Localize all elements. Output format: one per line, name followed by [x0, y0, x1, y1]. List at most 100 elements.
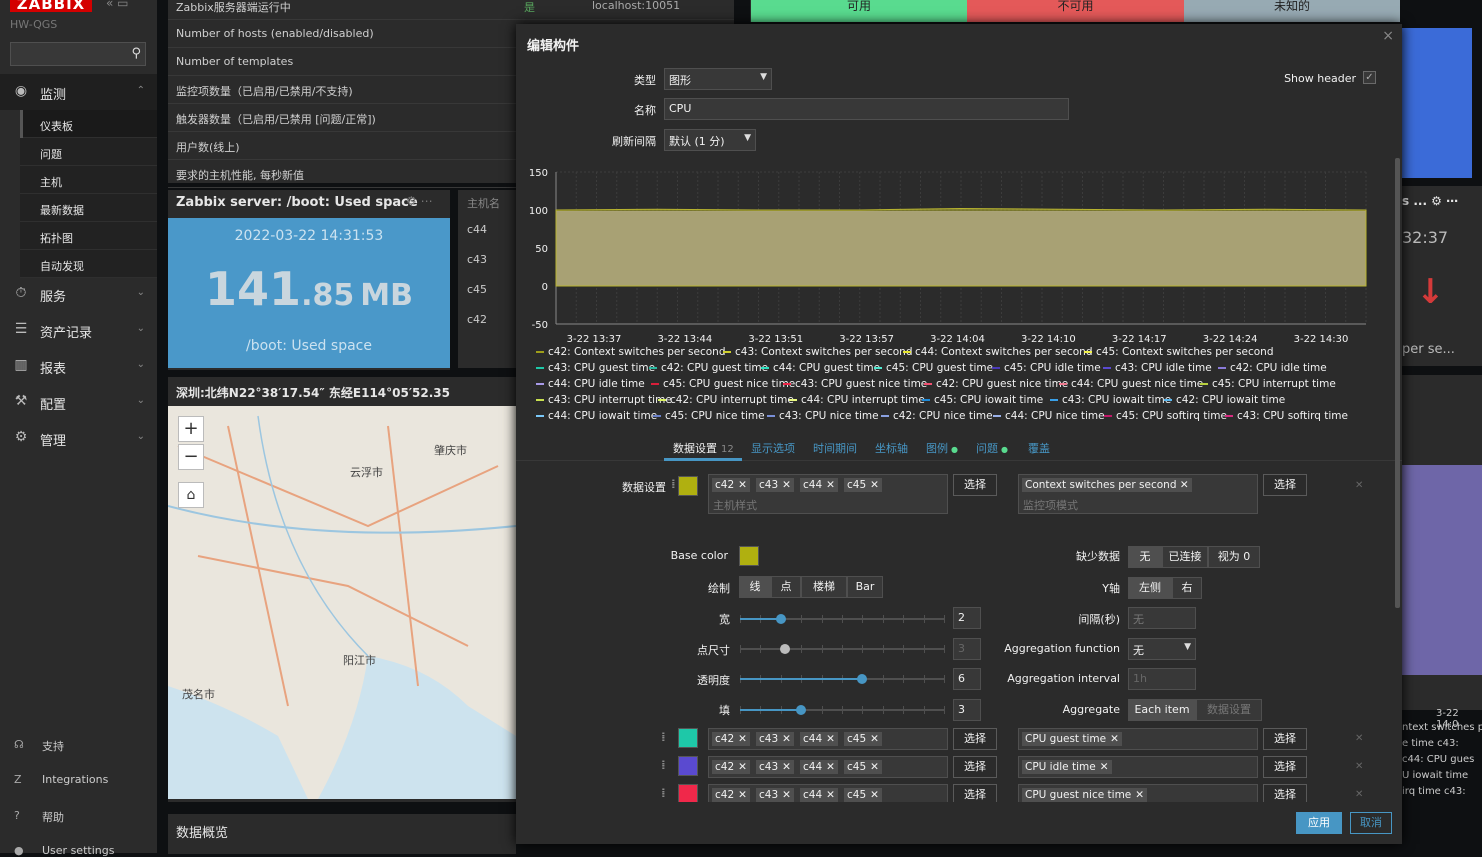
drag-handle-icon[interactable]: ⁞⁞	[661, 730, 665, 744]
fill-slider[interactable]	[740, 705, 945, 715]
submenu-item[interactable]: 问题	[20, 138, 157, 166]
menu-item[interactable]: ⚙ 管理 ⌄	[0, 420, 157, 456]
slider-knob[interactable]	[796, 705, 807, 715]
point-size-input[interactable]: 3	[953, 638, 981, 660]
type-select[interactable]: 图形 ▼	[664, 68, 772, 90]
host-row[interactable]: c43	[467, 253, 487, 266]
host-tag[interactable]: c43 ✕	[756, 788, 794, 802]
dialog-scrollbar[interactable]	[1395, 158, 1400, 608]
select-items-button[interactable]: 选择	[1263, 474, 1307, 496]
item-tag[interactable]: CPU guest nice time ✕	[1022, 788, 1148, 802]
remove-icon[interactable]: ✕	[782, 479, 791, 491]
tab-4[interactable]: 图例 ●	[926, 440, 958, 456]
tab-6[interactable]: 覆盖	[1028, 440, 1050, 456]
remove-icon[interactable]: ✕	[826, 479, 835, 491]
remove-icon[interactable]: ✕	[826, 789, 835, 801]
show-header-checkbox[interactable]: ✓	[1363, 71, 1376, 84]
submenu-item[interactable]: 最新数据	[20, 194, 157, 222]
cancel-button[interactable]: 取消	[1350, 812, 1392, 834]
item-pattern-multiselect[interactable]: CPU guest time ✕	[1018, 728, 1258, 750]
fill-input[interactable]: 3	[953, 699, 981, 721]
select-items-button[interactable]: 选择	[1263, 784, 1307, 802]
transparency-slider[interactable]	[740, 674, 945, 684]
submenu-item[interactable]: 自动发现	[20, 250, 157, 278]
zabbix-logo[interactable]: ZABBIX	[10, 0, 92, 12]
remove-icon[interactable]: ✕	[870, 761, 879, 773]
item-tag[interactable]: Context switches per second ✕	[1022, 478, 1192, 492]
base-color-picker[interactable]	[739, 546, 759, 566]
menu-item[interactable]: ☰ 资产记录 ⌄	[0, 312, 157, 348]
select-items-button[interactable]: 选择	[1263, 756, 1307, 778]
tab-1[interactable]: 显示选项	[751, 440, 795, 456]
submenu-item[interactable]: 主机	[20, 166, 157, 194]
host-tag[interactable]: c42 ✕	[712, 788, 750, 802]
home-icon[interactable]: ⌂	[178, 482, 204, 508]
host-tag[interactable]: c42 ✕	[712, 760, 750, 774]
item-pattern-multiselect[interactable]: CPU guest nice time ✕	[1018, 784, 1258, 802]
drag-handle-icon[interactable]: ⁞⁞	[661, 758, 665, 772]
map-view[interactable]: 云浮市 肇庆市 阳江市 茂名市 + − ⌂	[168, 406, 516, 799]
host-tag[interactable]: c45 ✕	[844, 478, 882, 492]
widget-gear-icon[interactable]: ⚙ ⋯	[406, 194, 433, 208]
remove-icon[interactable]: ✕	[782, 733, 791, 745]
remove-dataset-icon[interactable]: ✕	[1355, 789, 1363, 800]
remove-icon[interactable]: ✕	[738, 479, 747, 491]
search-icon[interactable]: ⚲	[131, 46, 141, 61]
missing_opts-option[interactable]: 已连接	[1162, 546, 1208, 568]
host-row[interactable]: c45	[467, 283, 487, 296]
zoom-in-button[interactable]: +	[178, 416, 204, 442]
host-tag[interactable]: c45 ✕	[844, 760, 882, 774]
aggregation-interval-input[interactable]: 1h	[1128, 668, 1196, 690]
remove-icon[interactable]: ✕	[1180, 479, 1189, 491]
host-tag[interactable]: c43 ✕	[756, 732, 794, 746]
host-tag[interactable]: c45 ✕	[844, 788, 882, 802]
remove-icon[interactable]: ✕	[782, 789, 791, 801]
host-tag[interactable]: c44 ✕	[800, 788, 838, 802]
menu-item[interactable]: ⏱ 服务 ⌄	[0, 276, 157, 312]
draw_opts-option[interactable]: 点	[771, 576, 801, 598]
missing_opts-option[interactable]: 无	[1128, 546, 1162, 568]
host-pattern-multiselect[interactable]: c42 ✕ c43 ✕ c44 ✕ c45 ✕ 主机样式	[708, 474, 948, 514]
remove-icon[interactable]: ✕	[826, 733, 835, 745]
item-pattern-multiselect[interactable]: CPU idle time ✕	[1018, 756, 1258, 778]
slider-knob[interactable]	[857, 674, 868, 684]
host-pattern-multiselect[interactable]: c42 ✕ c43 ✕ c44 ✕ c45 ✕	[708, 784, 948, 802]
remove-icon[interactable]: ✕	[1100, 761, 1109, 773]
search-input[interactable]: ⚲	[10, 42, 146, 66]
item-tag[interactable]: CPU guest time ✕	[1022, 732, 1122, 746]
menu-item[interactable]: ▥ 报表 ⌄	[0, 348, 157, 384]
remove-icon[interactable]: ✕	[738, 733, 747, 745]
tab-2[interactable]: 时间期间	[813, 440, 857, 456]
host-tag[interactable]: c44 ✕	[800, 478, 838, 492]
host-pattern-multiselect[interactable]: c42 ✕ c43 ✕ c44 ✕ c45 ✕	[708, 728, 948, 750]
tab-0[interactable]: 数据设置 12	[673, 440, 734, 456]
dataset-color-picker[interactable]	[678, 728, 698, 748]
aggregate-dataset[interactable]: 数据设置	[1196, 699, 1262, 721]
host-tag[interactable]: c42 ✕	[712, 478, 750, 492]
remove-dataset-icon[interactable]: ✕	[1355, 761, 1363, 772]
submenu-item[interactable]: 拓扑图	[20, 222, 157, 250]
host-tag[interactable]: c42 ✕	[712, 732, 750, 746]
remove-icon[interactable]: ✕	[738, 761, 747, 773]
aggregation-function-select[interactable]: 无 ▼	[1128, 638, 1196, 660]
aggregate-each-item[interactable]: Each item	[1128, 699, 1196, 721]
remove-dataset-icon[interactable]: ✕	[1355, 733, 1363, 744]
slider-knob[interactable]	[775, 614, 786, 624]
select-hosts-button[interactable]: 选择	[953, 756, 997, 778]
dataset-color-picker[interactable]	[678, 476, 698, 496]
remove-icon[interactable]: ✕	[870, 789, 879, 801]
draw_opts-option[interactable]: 线	[739, 576, 771, 598]
drag-handle-icon[interactable]: ⁞⁞	[671, 477, 675, 491]
tab-3[interactable]: 坐标轴	[875, 440, 908, 456]
dataset-color-picker[interactable]	[678, 756, 698, 776]
yaxis_opts-option[interactable]: 左侧	[1128, 577, 1172, 599]
draw_opts-option[interactable]: Bar	[847, 576, 883, 598]
interval-input[interactable]: 无	[1128, 607, 1196, 629]
dataset-color-picker[interactable]	[678, 784, 698, 802]
item-pattern-multiselect[interactable]: Context switches per second ✕ 监控项模式	[1018, 474, 1258, 514]
apply-button[interactable]: 应用	[1296, 812, 1342, 834]
submenu-item[interactable]: 仪表板	[20, 110, 157, 138]
yaxis_opts-option[interactable]: 右	[1172, 577, 1202, 599]
point-size-slider[interactable]	[740, 644, 945, 654]
host-tag[interactable]: c44 ✕	[800, 760, 838, 774]
